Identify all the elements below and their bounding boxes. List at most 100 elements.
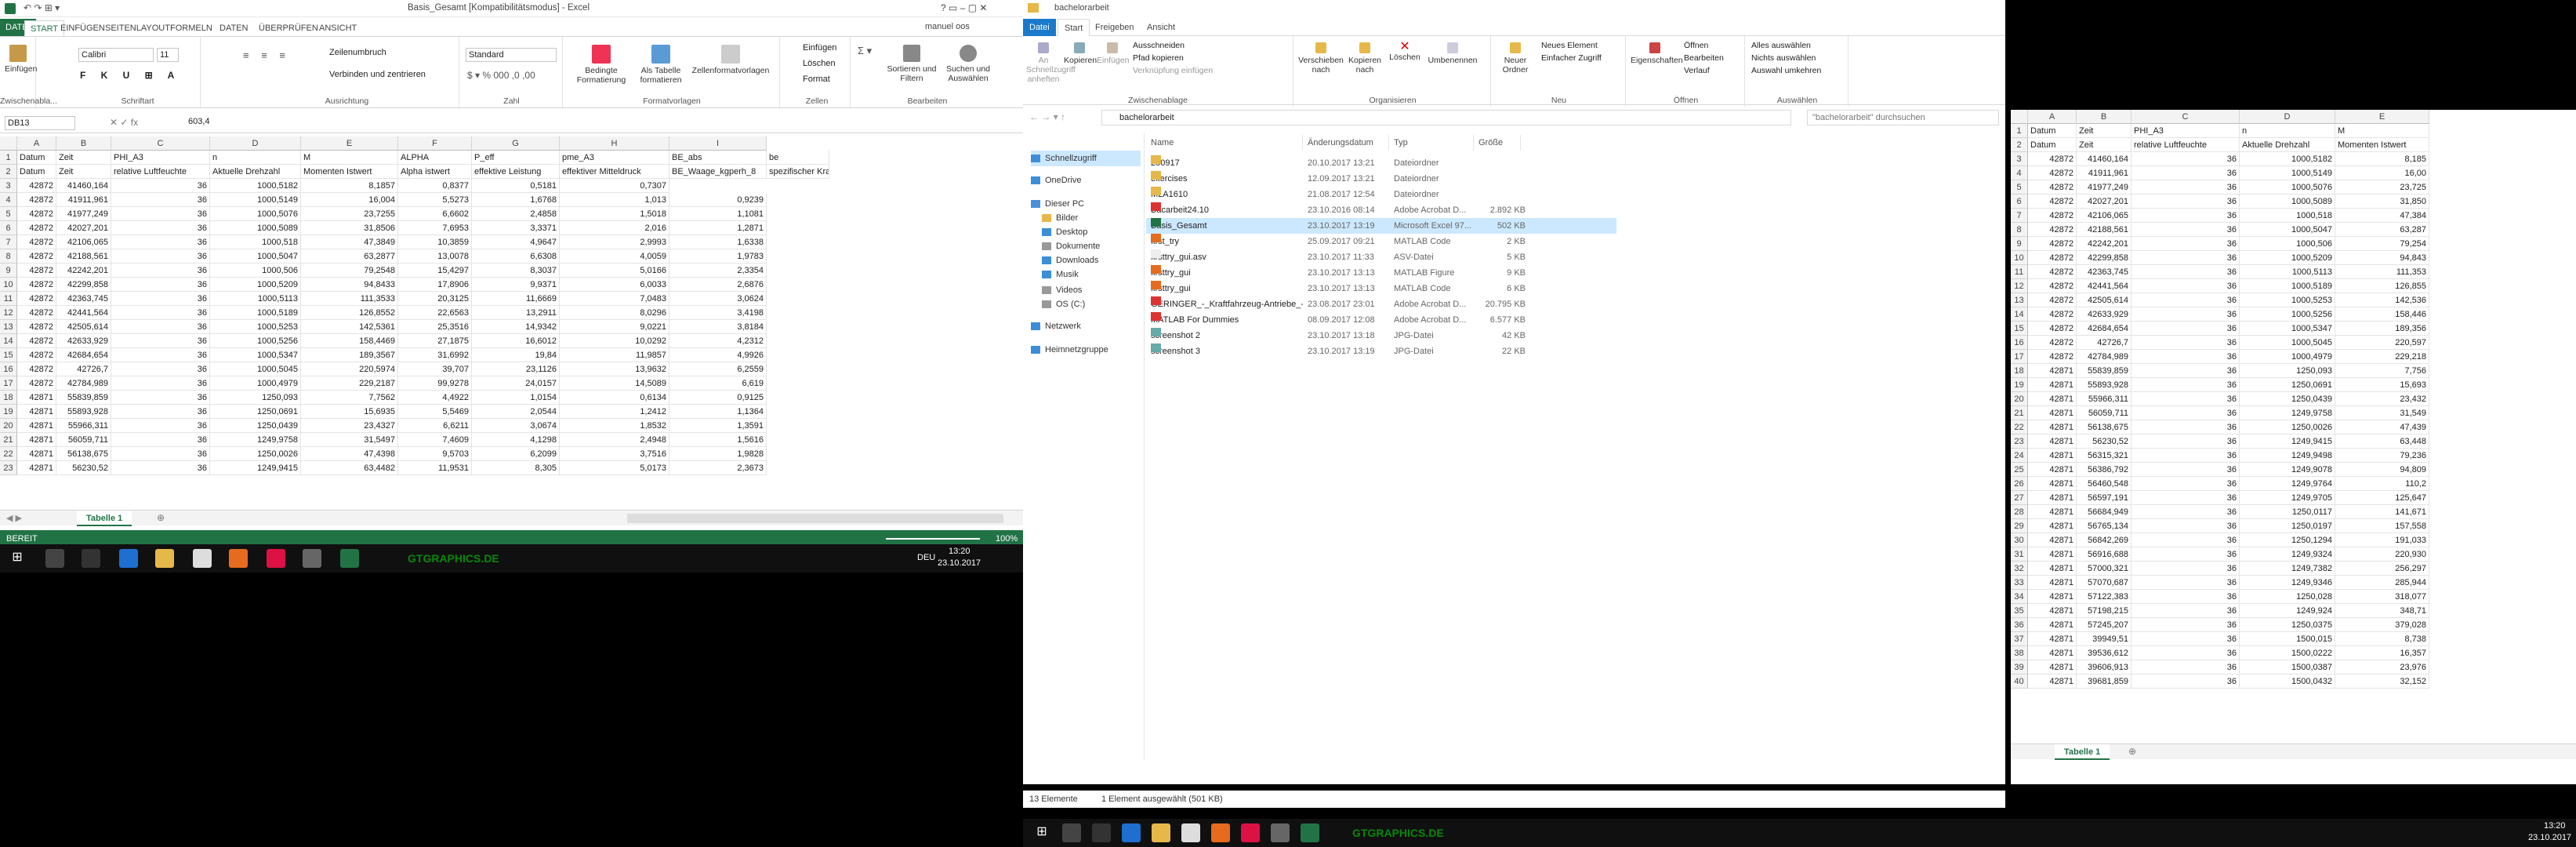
table-cell[interactable]: 36	[2132, 392, 2240, 406]
file-row[interactable]: MATLAB For Dummies 08.09.2017 12:08 Adobe …	[1146, 312, 1616, 328]
zoom-slider[interactable]	[886, 538, 980, 540]
file-row[interactable]: firsttry_gui 23.10.2017 13:13 MATLAB Code 6…	[1146, 281, 1616, 296]
store-icon[interactable]	[1181, 823, 1200, 842]
table-cell[interactable]: 36	[111, 461, 210, 475]
table-cell[interactable]: 4,9926	[669, 348, 767, 362]
table-cell[interactable]: 42872	[17, 221, 56, 235]
table-cell[interactable]: 1000,5149	[210, 193, 301, 207]
table-cell[interactable]: 158,4469	[301, 334, 398, 348]
table-cell[interactable]: 56916,688	[2077, 547, 2132, 562]
table-cell[interactable]: 191,033	[2335, 533, 2429, 547]
row-header[interactable]: 40	[2011, 674, 2028, 689]
header-cell[interactable]: Datum	[17, 151, 56, 165]
sheet-tab[interactable]: Tabelle 1	[77, 511, 132, 526]
table-cell[interactable]: 6,6308	[472, 249, 560, 264]
table-cell[interactable]: 36	[2132, 533, 2240, 547]
table-cell[interactable]: 36	[2132, 251, 2240, 265]
table-cell[interactable]: 31,5497	[301, 433, 398, 447]
table-cell[interactable]: 42027,201	[2077, 194, 2132, 209]
table-cell[interactable]: 15,693	[2335, 378, 2429, 392]
table-cell[interactable]: 42871	[2028, 449, 2077, 463]
row-header[interactable]: 10	[0, 278, 17, 292]
row-header[interactable]: 23	[2011, 434, 2028, 449]
table-cell[interactable]: 36	[111, 334, 210, 348]
table-cell[interactable]: 3,0674	[472, 419, 560, 433]
table-cell[interactable]: 42505,614	[56, 320, 111, 334]
row-header[interactable]: 1	[0, 151, 17, 165]
table-cell[interactable]: 36	[2132, 322, 2240, 336]
header-cell[interactable]: BE_Waage_kgperh_8	[669, 165, 767, 179]
row-header[interactable]: 2	[0, 165, 17, 179]
table-cell[interactable]: 19,84	[472, 348, 560, 362]
column-header[interactable]: Größe	[1474, 135, 1521, 151]
row-header[interactable]: 30	[2011, 533, 2028, 547]
table-cell[interactable]: 56059,711	[56, 433, 111, 447]
file-row[interactable]: first_try 25.09.2017 09:21 MATLAB Code 2 KB	[1146, 234, 1616, 249]
column-header[interactable]: C	[111, 136, 210, 151]
table-cell[interactable]: 13,9632	[560, 362, 669, 376]
table-cell[interactable]: 94,809	[2335, 463, 2429, 477]
table-cell[interactable]: 189,356	[2335, 322, 2429, 336]
row-header[interactable]: 16	[0, 362, 17, 376]
header-cell[interactable]: Zeit	[56, 165, 111, 179]
row-header[interactable]: 34	[2011, 590, 2028, 604]
table-cell[interactable]: 42242,201	[2077, 237, 2132, 251]
pin-quick-access-button[interactable]: An Schnellzugriff anheften	[1026, 42, 1076, 84]
table-cell[interactable]: 2,3354	[669, 264, 767, 278]
table-cell[interactable]: 42871	[17, 447, 56, 461]
header-cell[interactable]: Zeit	[2077, 138, 2132, 152]
table-cell[interactable]: 6,0033	[560, 278, 669, 292]
table-cell[interactable]: 1,3591	[669, 419, 767, 433]
table-cell[interactable]: 23,1126	[472, 362, 560, 376]
table-cell[interactable]: 42871	[2028, 632, 2077, 646]
matlab-icon[interactable]	[267, 549, 285, 568]
header-cell[interactable]: M	[301, 151, 398, 165]
table-cell[interactable]: 42872	[17, 249, 56, 264]
header-cell[interactable]: P_eff	[472, 151, 560, 165]
table-cell[interactable]: 1250,0439	[210, 419, 301, 433]
table-cell[interactable]: 189,3567	[301, 348, 398, 362]
nav-item[interactable]: Heimnetzgruppe	[1031, 342, 1108, 358]
table-cell[interactable]: 79,254	[2335, 237, 2429, 251]
row-header[interactable]: 17	[0, 376, 17, 391]
table-cell[interactable]: 42872	[2028, 307, 2077, 322]
table-cell[interactable]: 27,1875	[398, 334, 472, 348]
table-cell[interactable]: 39606,913	[2077, 660, 2132, 674]
table-cell[interactable]: 94,8433	[301, 278, 398, 292]
row-header[interactable]: 29	[2011, 519, 2028, 533]
table-cell[interactable]: 1000,4979	[2240, 350, 2335, 364]
table-cell[interactable]: 1249,9705	[2240, 491, 2335, 505]
table-cell[interactable]: 57122,383	[2077, 590, 2132, 604]
table-cell[interactable]: 42872	[2028, 180, 2077, 194]
header-cell[interactable]: relative Luftfeuchte	[2132, 138, 2240, 152]
file-row[interactable]: Bacarbeit24.10 23.10.2016 08:14 Adobe Acro…	[1146, 202, 1616, 218]
table-cell[interactable]: 42871	[17, 391, 56, 405]
format-as-table-button[interactable]: Als Tabelle formatieren	[633, 45, 688, 85]
table-cell[interactable]: 42871	[2028, 406, 2077, 420]
table-cell[interactable]: 1250,0117	[2240, 505, 2335, 519]
row-header[interactable]: 7	[2011, 209, 2028, 223]
table-cell[interactable]: 36	[2132, 491, 2240, 505]
horizontal-scrollbar[interactable]	[627, 514, 1003, 523]
table-cell[interactable]: 41911,961	[2077, 166, 2132, 180]
sort-filter-button[interactable]: Sortieren und Filtern	[884, 45, 939, 83]
table-cell[interactable]: 1,1364	[669, 405, 767, 419]
table-cell[interactable]: 1000,5089	[2240, 194, 2335, 209]
table-cell[interactable]: 1000,506	[210, 264, 301, 278]
add-sheet-icon[interactable]: ⊕	[2128, 746, 2136, 757]
table-cell[interactable]: 3,4198	[669, 306, 767, 320]
table-cell[interactable]: 36	[111, 278, 210, 292]
table-cell[interactable]: 8,738	[2335, 632, 2429, 646]
table-cell[interactable]: 0,9239	[669, 193, 767, 207]
properties-button[interactable]: Eigenschaften	[1631, 42, 1683, 65]
table-cell[interactable]: 1250,0197	[2240, 519, 2335, 533]
column-header[interactable]: B	[2077, 110, 2132, 124]
table-cell[interactable]: 42872	[2028, 322, 2077, 336]
table-cell[interactable]: 57070,687	[2077, 576, 2132, 590]
table-cell[interactable]: 39681,859	[2077, 674, 2132, 689]
table-cell[interactable]: 1,0154	[472, 391, 560, 405]
new-folder-button[interactable]: Neuer Ordner	[1496, 42, 1535, 75]
table-cell[interactable]: 10,3859	[398, 235, 472, 249]
row-header[interactable]: 10	[2011, 251, 2028, 265]
file-row[interactable]: 250917 20.10.2017 13:21 Dateiordner	[1146, 155, 1616, 171]
